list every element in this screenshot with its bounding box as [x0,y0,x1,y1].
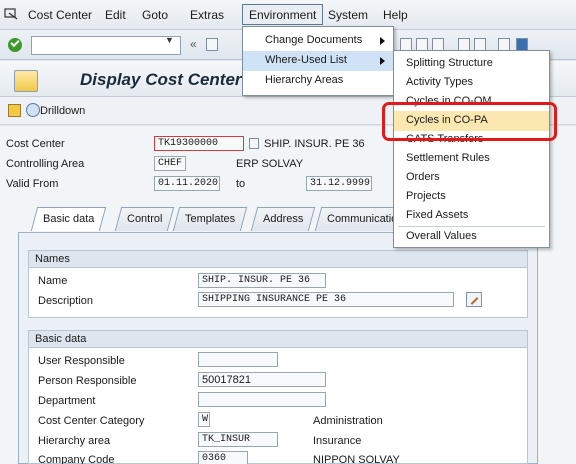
back-icon[interactable]: « [190,37,197,51]
company-code-field[interactable]: 0360 [198,451,248,464]
person-responsible-label: Person Responsible [38,375,137,387]
names-group-title: Names [29,251,527,268]
command-field[interactable] [31,36,181,55]
submenu-item-overall-values[interactable]: Overall Values [394,227,549,247]
basic-data-group-title: Basic data [29,331,527,348]
tab-templates[interactable]: Templates [172,207,248,231]
transaction-menu-icon[interactable] [14,70,38,92]
menu-goto[interactable]: Goto [142,8,168,22]
menu-extras[interactable]: Extras [190,8,224,22]
user-responsible-label: User Responsible [38,355,125,367]
page-title: Display Cost Center: I [80,70,257,89]
name-field[interactable]: SHIP. INSUR. PE 36 [198,273,326,288]
valid-to-field[interactable]: 31.12.9999 [306,176,372,191]
menu-item-where-used-list[interactable]: Where-Used List [243,51,393,71]
environment-dropdown-menu: Change Documents Where-Used List Hierarc… [242,26,394,96]
person-responsible-field[interactable]: 50017821 [198,372,326,387]
menu-edit[interactable]: Edit [105,8,126,22]
department-field[interactable] [198,392,326,407]
description-field[interactable]: SHIPPING INSURANCE PE 36 [198,292,454,307]
name-label: Name [38,275,68,287]
other-cost-center-icon[interactable] [8,104,21,117]
command-dropdown-icon[interactable]: ▼ [165,35,174,45]
department-label: Department [38,395,96,407]
system-menu-icon[interactable] [4,8,18,20]
to-label: to [236,178,246,190]
hierarchy-area-text: Insurance [313,435,362,447]
valid-from-field[interactable]: 01.11.2020 [154,176,220,191]
submenu-item-activity-types[interactable]: Activity Types [394,73,549,93]
controlling-area-label: Controlling Area [6,158,85,170]
hierarchy-area-field[interactable]: TK_INSUR [198,432,278,447]
submenu-item-splitting-structure[interactable]: Splitting Structure [394,54,549,74]
menu-environment[interactable]: Environment [242,4,324,25]
cost-center-category-text: Administration [313,415,383,427]
cost-center-name: SHIP. INSUR. PE 36 [264,138,365,150]
submenu-item-orders[interactable]: Orders [394,168,549,188]
tab-control[interactable]: Control [114,207,175,231]
menu-cost-center[interactable]: Cost Center [28,8,92,22]
highlight-annotation [382,102,557,141]
controlling-area-field[interactable]: CHEF [154,156,186,171]
long-text-edit-icon[interactable] [466,292,482,307]
description-label: Description [38,295,94,307]
controlling-area-name: ERP SOLVAY [236,158,304,170]
menu-system[interactable]: System [328,8,368,22]
menu-item-change-documents[interactable]: Change Documents [243,31,393,51]
menu-help[interactable]: Help [383,8,408,22]
cost-center-category-field[interactable]: W [198,412,210,427]
submenu-arrow-icon [380,57,385,65]
cost-center-category-label: Cost Center Category [38,415,145,427]
company-code-text: NIPPON SOLVAY [313,454,400,464]
drilldown-button[interactable]: Drilldown [40,105,85,117]
user-responsible-field[interactable] [198,352,278,367]
menu-item-hierarchy-areas[interactable]: Hierarchy Areas [243,71,393,91]
valid-from-label: Valid From [6,178,59,190]
copy-icon[interactable] [249,138,259,149]
hierarchy-area-label: Hierarchy area [38,435,111,447]
submenu-arrow-icon [380,37,385,45]
submenu-item-projects[interactable]: Projects [394,187,549,207]
enter-checkmark-icon[interactable] [8,38,22,52]
submenu-item-fixed-assets[interactable]: Fixed Assets [394,206,549,226]
cost-center-field[interactable]: TK19300000 [154,136,244,151]
save-icon[interactable] [206,38,218,51]
cost-center-label: Cost Center [6,138,65,150]
company-code-label: Company Code [38,454,115,464]
tab-basic-data[interactable]: Basic data [30,207,107,231]
where-used-submenu: Splitting Structure Activity Types Cycle… [393,50,550,248]
tab-address[interactable]: Address [250,207,316,231]
drilldown-icon[interactable] [26,103,40,117]
submenu-item-settlement-rules[interactable]: Settlement Rules [394,149,549,169]
